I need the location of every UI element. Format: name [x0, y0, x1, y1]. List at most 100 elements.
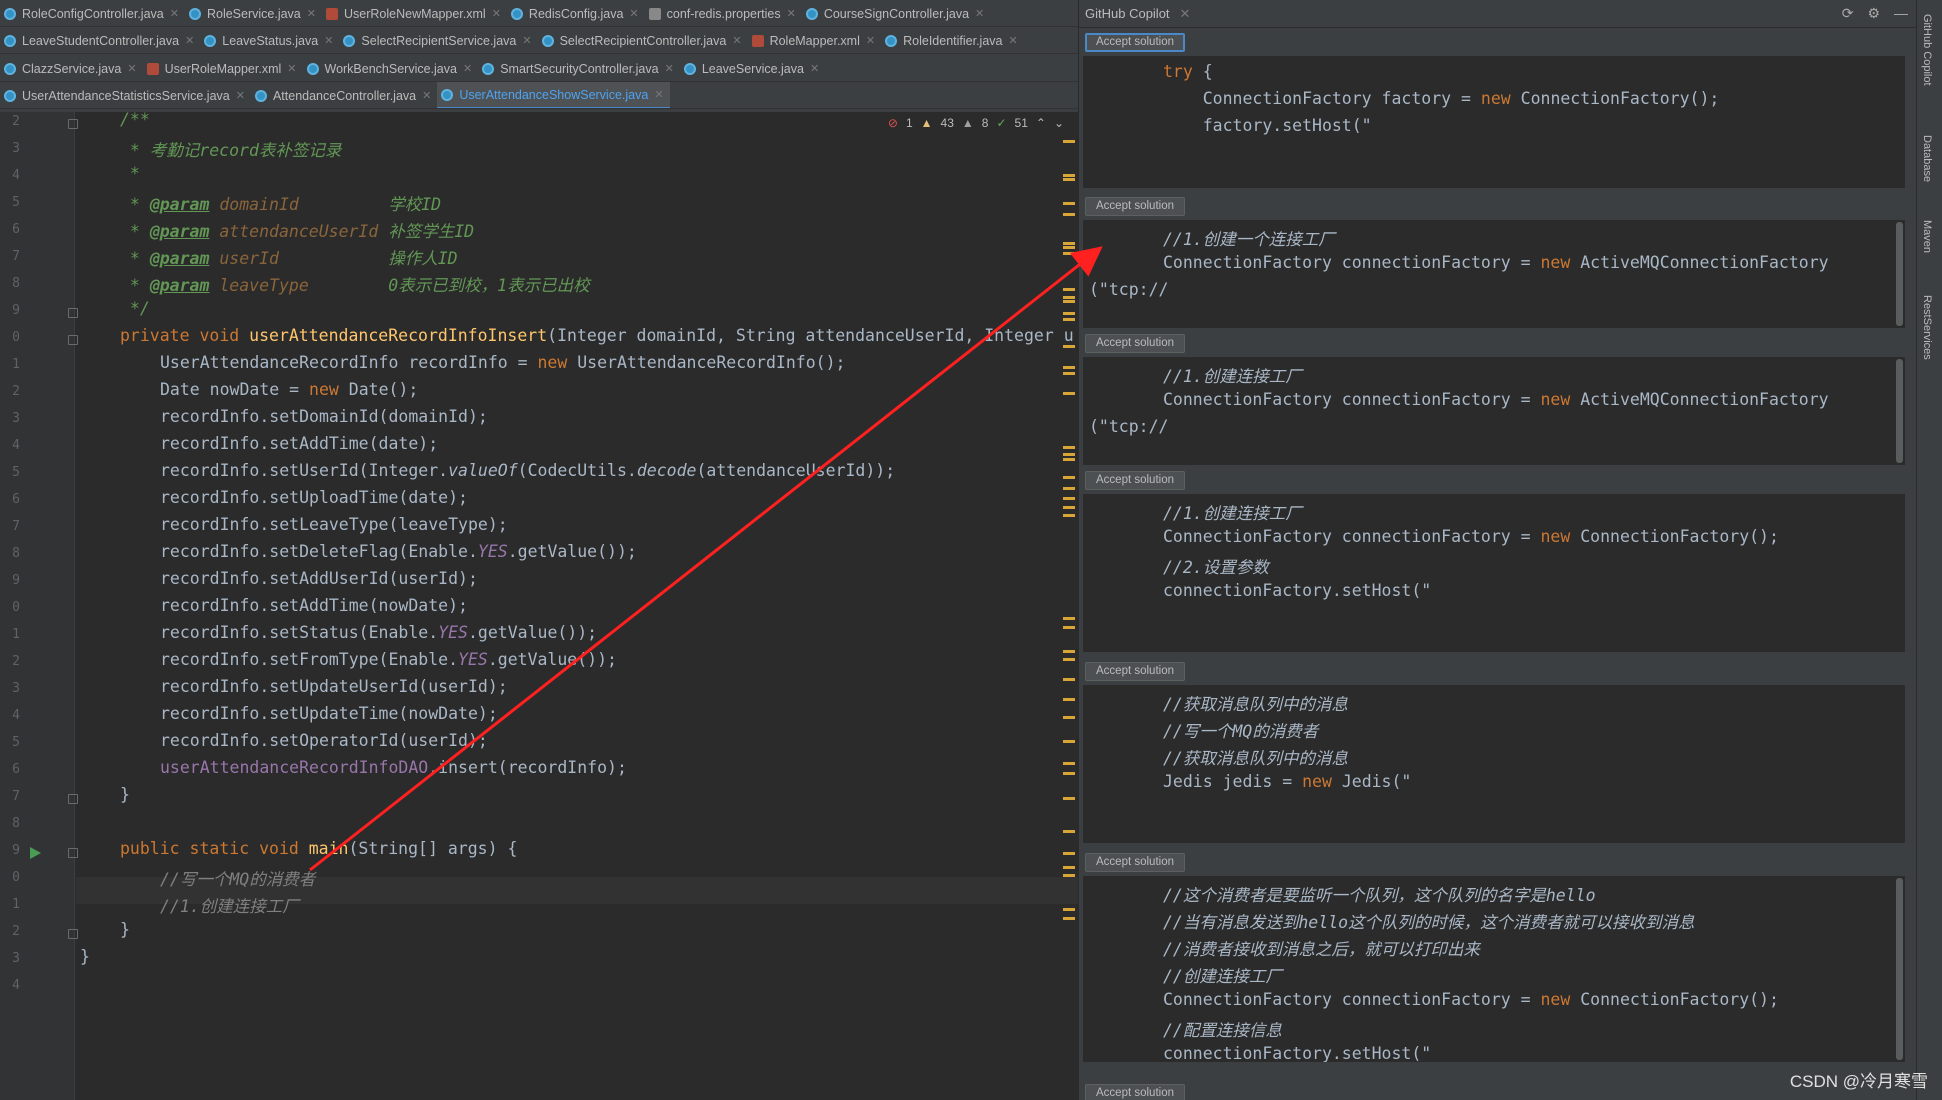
warning-marker[interactable] [1063, 246, 1075, 249]
warning-marker[interactable] [1063, 366, 1075, 369]
fold-icon[interactable] [68, 929, 78, 939]
accept-solution-button[interactable]: Accept solution [1085, 853, 1185, 872]
warning-marker[interactable] [1063, 174, 1075, 177]
refresh-icon[interactable]: ⟳ [1842, 5, 1854, 22]
warning-marker[interactable] [1063, 318, 1075, 321]
editor-tab[interactable]: LeaveStatus.java ✕ [200, 27, 339, 53]
close-icon[interactable]: ✕ [307, 7, 316, 20]
warning-marker[interactable] [1063, 252, 1075, 255]
editor-tab[interactable]: LeaveService.java ✕ [680, 55, 825, 81]
close-icon[interactable]: ✕ [324, 34, 333, 47]
close-icon[interactable]: ✕ [866, 34, 875, 47]
editor-tab[interactable]: UserAttendanceShowService.java ✕ [437, 82, 670, 108]
fold-icon[interactable] [68, 335, 78, 345]
warning-marker[interactable] [1063, 242, 1075, 245]
tool-window-restservices[interactable]: RestServices [1921, 295, 1933, 360]
close-icon[interactable]: ✕ [287, 62, 296, 75]
solution-panel[interactable]: //1.创建连接工厂 ConnectionFactory connectionFa… [1083, 357, 1905, 465]
fold-icon[interactable] [68, 119, 78, 129]
close-icon[interactable]: ✕ [170, 7, 179, 20]
editor-tab[interactable]: CourseSignController.java ✕ [802, 0, 990, 26]
solution-panel[interactable]: //这个消费者是要监听一个队列，这个队列的名字是hello //当有消息发送到he… [1083, 876, 1905, 1062]
code-editor[interactable]: 2 3 4 5 6 7 8 9 0 1 2 3 4 5 6 7 8 9 0 1 2 3 4 5 6 7 8 9 0 1 2 3 4 /** * 考… [0, 112, 1078, 1100]
warning-marker[interactable] [1063, 716, 1075, 719]
accept-solution-button[interactable]: Accept solution [1085, 33, 1185, 52]
warning-marker[interactable] [1063, 698, 1075, 701]
solution-panel[interactable]: //获取消息队列中的消息 //写一个MQ的消费者 //获取消息队列中的消息 Jedis… [1083, 685, 1905, 843]
editor-tab[interactable]: WorkBenchService.java ✕ [303, 55, 479, 81]
warning-marker[interactable] [1063, 874, 1075, 877]
editor-tab[interactable]: RoleConfigController.java ✕ [0, 0, 185, 26]
solution-panel[interactable]: try { ConnectionFactory factory = new Co… [1083, 56, 1905, 188]
chevron-up-icon[interactable]: ⌃ [1036, 116, 1046, 130]
warning-marker[interactable] [1063, 312, 1075, 315]
close-icon[interactable]: ✕ [629, 7, 638, 20]
warning-marker[interactable] [1063, 626, 1075, 629]
warning-marker[interactable] [1063, 497, 1075, 500]
fold-icon[interactable] [68, 848, 78, 858]
close-icon[interactable]: ✕ [810, 62, 819, 75]
copilot-title[interactable]: GitHub Copilot [1085, 6, 1170, 21]
tool-window-copilot[interactable]: GitHub Copilot [1921, 14, 1933, 86]
warning-marker[interactable] [1063, 288, 1075, 291]
close-icon[interactable]: ✕ [236, 89, 245, 102]
warning-marker[interactable] [1063, 453, 1075, 456]
scrollbar[interactable] [1896, 359, 1903, 463]
editor-tab[interactable]: UserRoleNewMapper.xml ✕ [322, 0, 507, 26]
warning-marker[interactable] [1063, 202, 1075, 205]
accept-solution-button[interactable]: Accept solution [1085, 334, 1185, 353]
scrollbar[interactable] [1896, 878, 1903, 1060]
close-icon[interactable]: ✕ [1008, 34, 1017, 47]
inspection-widget[interactable]: ⊘ 1 ▲ 43 ▲ 8 ✓ 51 ⌃ ⌄ [888, 116, 1064, 130]
close-icon[interactable]: ✕ [422, 89, 431, 102]
warning-marker[interactable] [1063, 458, 1075, 461]
warning-marker[interactable] [1063, 300, 1075, 303]
editor-tab[interactable]: UserAttendanceStatisticsService.java ✕ [0, 82, 251, 108]
accept-solution-button[interactable]: Accept solution [1085, 662, 1185, 681]
warning-marker[interactable] [1063, 506, 1075, 509]
warning-marker[interactable] [1063, 392, 1075, 395]
warning-marker[interactable] [1063, 650, 1075, 653]
close-icon[interactable]: ✕ [463, 62, 472, 75]
tool-window-maven[interactable]: Maven [1921, 220, 1933, 253]
tool-window-database[interactable]: Database [1921, 135, 1933, 182]
warning-marker[interactable] [1063, 476, 1075, 479]
editor-tab[interactable]: RoleService.java ✕ [185, 0, 322, 26]
warning-marker[interactable] [1063, 617, 1075, 620]
editor-tab[interactable]: SelectRecipientService.java ✕ [339, 27, 537, 53]
editor-tab[interactable]: LeaveStudentController.java ✕ [0, 27, 200, 53]
warning-marker[interactable] [1063, 140, 1075, 143]
warning-marker[interactable] [1063, 487, 1075, 490]
accept-solution-button[interactable]: Accept solution [1085, 197, 1185, 216]
editor-tab[interactable]: RedisConfig.java ✕ [507, 0, 645, 26]
warning-marker[interactable] [1063, 296, 1075, 299]
close-icon[interactable]: ✕ [665, 62, 674, 75]
run-icon[interactable] [30, 847, 41, 859]
warning-marker[interactable] [1063, 514, 1075, 517]
accept-solution-button[interactable]: Accept solution [1085, 471, 1185, 490]
warning-marker[interactable] [1063, 908, 1075, 911]
warning-marker[interactable] [1063, 345, 1075, 348]
warning-marker[interactable] [1063, 762, 1075, 765]
editor-tab[interactable]: conf-redis.properties ✕ [645, 0, 802, 26]
close-icon[interactable]: ✕ [787, 7, 796, 20]
editor-tab[interactable]: ClazzService.java ✕ [0, 55, 143, 81]
fold-icon[interactable] [68, 308, 78, 318]
warning-marker[interactable] [1063, 772, 1075, 775]
close-icon[interactable]: ✕ [654, 88, 663, 101]
solution-panel[interactable]: //1.创建连接工厂 ConnectionFactory connectionFa… [1083, 494, 1905, 652]
warning-marker[interactable] [1063, 446, 1075, 449]
close-icon[interactable]: ✕ [522, 34, 531, 47]
close-icon[interactable]: ✕ [185, 34, 194, 47]
warning-marker[interactable] [1063, 917, 1075, 920]
editor-tab[interactable]: UserRoleMapper.xml ✕ [143, 55, 303, 81]
minimize-icon[interactable]: — [1894, 5, 1908, 22]
warning-marker[interactable] [1063, 740, 1075, 743]
warning-marker[interactable] [1063, 852, 1075, 855]
fold-icon[interactable] [68, 794, 78, 804]
warning-marker[interactable] [1063, 178, 1075, 181]
editor-tab[interactable]: RoleIdentifier.java ✕ [881, 27, 1024, 53]
scrollbar[interactable] [1896, 222, 1903, 326]
close-icon[interactable]: ✕ [127, 62, 136, 75]
warning-marker[interactable] [1063, 658, 1075, 661]
